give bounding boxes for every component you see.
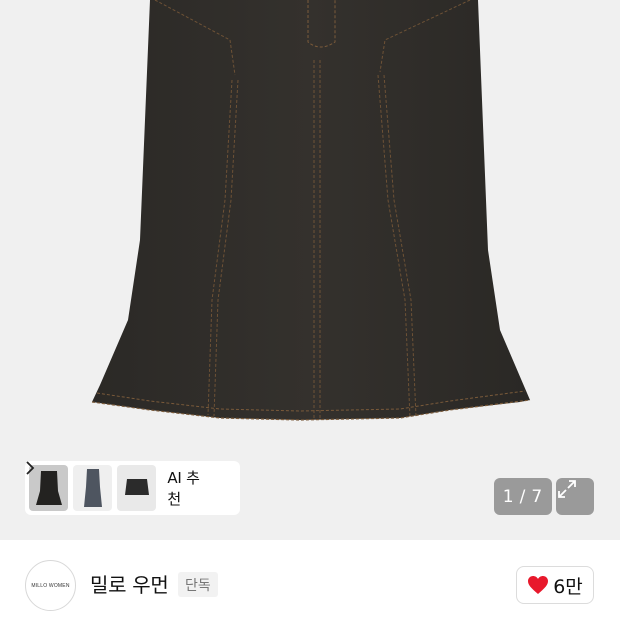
chevron-right-icon	[26, 461, 236, 496]
skirt-thumb-black-mini-icon	[125, 479, 150, 495]
like-button[interactable]: 6만	[516, 566, 594, 604]
recommended-thumbnail[interactable]	[117, 465, 157, 511]
ai-recommendation-label: AI 추천	[167, 469, 200, 508]
ai-recommendation-bar[interactable]: AI 추천	[25, 461, 240, 515]
expand-icon	[558, 480, 576, 498]
product-image-gallery[interactable]: AI 추천 1 / 7	[0, 0, 620, 540]
image-page-counter: 1 / 7	[494, 478, 552, 515]
recommended-thumbnail[interactable]	[73, 465, 113, 511]
brand-logo-text: MILLO WOMEN	[31, 582, 70, 589]
like-count: 6만	[553, 575, 583, 598]
exclusive-badge: 단독	[178, 572, 218, 597]
denim-skirt-image	[91, 0, 531, 421]
skirt-thumb-grey-long-icon	[84, 469, 103, 507]
page-separator: /	[519, 486, 527, 507]
brand-name[interactable]: 밀로 우먼	[90, 569, 169, 598]
expand-image-button[interactable]	[556, 478, 594, 515]
heart-icon	[528, 576, 549, 594]
current-page: 1	[502, 486, 515, 507]
total-pages: 7	[531, 486, 544, 507]
brand-logo[interactable]: MILLO WOMEN	[25, 560, 76, 611]
